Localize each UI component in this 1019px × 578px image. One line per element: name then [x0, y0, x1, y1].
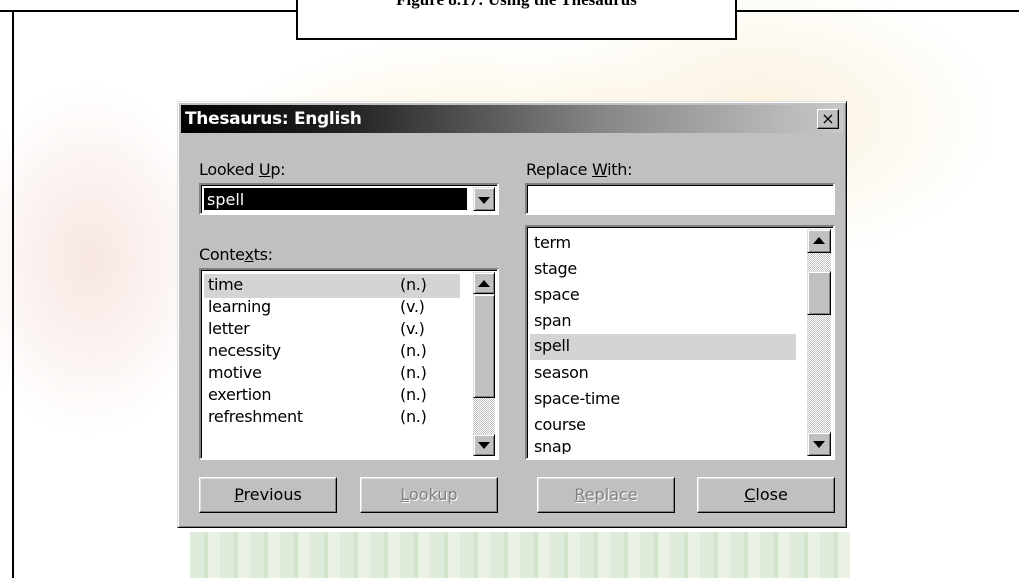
context-word: time [208, 275, 243, 294]
contexts-list[interactable]: time (n.) learning (v.) letter (v.) necessi… [199, 268, 499, 460]
scroll-down-icon[interactable] [473, 434, 495, 456]
synonym-word: space-time [534, 389, 620, 408]
dialog-titlebar[interactable]: Thesaurus: English × [181, 105, 843, 133]
scroll-up-icon[interactable] [473, 272, 495, 294]
lookup-button[interactable]: Lookup [360, 477, 498, 513]
synonym-word: term [534, 233, 571, 252]
page-frame-left [12, 10, 14, 578]
context-word: refreshment [208, 407, 303, 426]
list-item[interactable]: season [530, 362, 796, 386]
context-pos: (n.) [400, 275, 427, 294]
thesaurus-dialog: Thesaurus: English × Looked Up: spell Re… [177, 101, 847, 528]
close-icon[interactable]: × [817, 109, 839, 129]
synonyms-scroll-thumb[interactable] [807, 271, 831, 315]
list-item[interactable]: snap [530, 436, 796, 454]
contexts-scrollbar[interactable] [473, 272, 495, 456]
previous-button[interactable]: Previous [199, 477, 337, 513]
contexts-scroll-thumb[interactable] [473, 294, 495, 398]
context-word: motive [208, 363, 262, 382]
list-item[interactable]: motive (n.) [204, 362, 460, 386]
context-pos: (n.) [400, 363, 427, 382]
looked-up-combobox[interactable]: spell [199, 183, 499, 215]
contexts-label: Contexts: [199, 245, 273, 264]
synonym-word: space [534, 285, 580, 304]
context-word: letter [208, 319, 250, 338]
list-item[interactable]: span [530, 310, 796, 334]
context-pos: (n.) [400, 407, 427, 426]
replace-button[interactable]: Replace [537, 477, 675, 513]
list-item[interactable]: learning (v.) [204, 296, 460, 320]
context-word: learning [208, 297, 271, 316]
synonym-word: span [534, 311, 572, 330]
context-pos: (v.) [400, 319, 425, 338]
figure-caption-box: Figure 8.17: Using the Thesaurus [296, 0, 737, 40]
context-pos: (n.) [400, 341, 427, 360]
figure-caption: Figure 8.17: Using the Thesaurus [396, 0, 637, 9]
context-word: exertion [208, 385, 272, 404]
context-pos: (n.) [400, 385, 427, 404]
list-item[interactable]: space [530, 284, 796, 308]
list-item[interactable]: stage [530, 258, 796, 282]
list-item[interactable]: exertion (n.) [204, 384, 460, 408]
close-button[interactable]: Close [697, 477, 835, 513]
looked-up-value: spell [204, 188, 467, 210]
list-item[interactable]: course [530, 414, 796, 438]
list-item[interactable]: letter (v.) [204, 318, 460, 342]
synonym-word: snap [534, 437, 572, 454]
context-word: necessity [208, 341, 281, 360]
dialog-title: Thesaurus: English [185, 109, 362, 129]
synonym-word: spell [534, 336, 570, 355]
replace-with-list[interactable]: term stage space span spell season space… [525, 225, 835, 460]
synonyms-scrollbar[interactable] [807, 229, 831, 456]
looked-up-label: Looked Up: [199, 160, 286, 179]
context-pos: (v.) [400, 297, 425, 316]
list-item[interactable]: time (n.) [204, 274, 460, 298]
list-item[interactable]: spell [530, 334, 796, 360]
synonym-word: stage [534, 259, 577, 278]
list-item[interactable]: necessity (n.) [204, 340, 460, 364]
dropdown-arrow-icon[interactable] [473, 187, 495, 211]
synonym-word: course [534, 415, 586, 434]
list-item[interactable]: space-time [530, 388, 796, 412]
background-pattern [190, 532, 850, 578]
list-item[interactable]: term [530, 232, 796, 256]
synonym-word: season [534, 363, 589, 382]
scroll-up-icon[interactable] [807, 229, 831, 253]
replace-with-input[interactable] [525, 183, 835, 215]
replace-with-label: Replace With: [526, 160, 633, 179]
list-item[interactable]: refreshment (n.) [204, 406, 460, 430]
scroll-down-icon[interactable] [807, 432, 831, 456]
